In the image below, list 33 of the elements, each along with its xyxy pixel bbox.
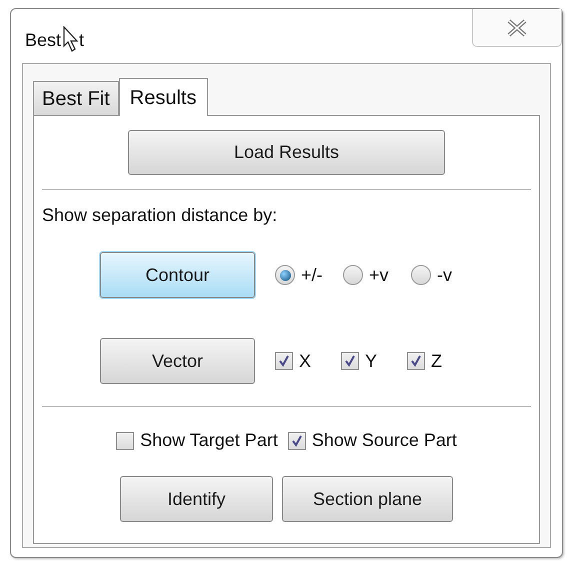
mode-button[interactable]: Vector — [100, 338, 255, 384]
radio-button[interactable] — [275, 265, 295, 285]
option-label: +/- — [301, 264, 324, 286]
option-label: +v — [369, 264, 390, 286]
radio-button[interactable] — [411, 265, 431, 285]
option-label: Y — [365, 350, 378, 372]
tab[interactable]: Results — [118, 78, 208, 116]
toggle-label: Show Target Part — [140, 429, 278, 452]
action-button[interactable]: Section plane — [282, 476, 453, 522]
checkmark-icon — [290, 434, 303, 446]
checkbox[interactable] — [288, 432, 306, 450]
option-label: X — [299, 350, 312, 372]
action-button[interactable]: Identify — [120, 476, 273, 522]
load-results-button[interactable]: Load Results — [128, 130, 445, 175]
close-button[interactable] — [472, 9, 562, 47]
checkbox[interactable] — [116, 432, 134, 450]
checkbox[interactable] — [407, 352, 425, 370]
checkbox[interactable] — [275, 352, 293, 370]
window-title: t — [79, 29, 84, 52]
section-label: Show separation distance by: — [42, 204, 278, 227]
close-icon — [506, 18, 528, 36]
option-label: -v — [437, 264, 453, 286]
checkbox[interactable] — [341, 352, 359, 370]
checkmark-icon — [410, 355, 422, 367]
tab[interactable]: Best Fit — [33, 81, 119, 115]
checkmark-icon — [278, 355, 290, 367]
mode-button[interactable]: Contour — [100, 252, 255, 298]
option-label: Z — [431, 350, 443, 372]
toggle-label: Show Source Part — [312, 429, 457, 452]
radio-button[interactable] — [343, 265, 363, 285]
checkmark-icon — [344, 355, 356, 367]
window-title: Best — [25, 29, 62, 52]
mouse-cursor-icon — [63, 26, 80, 52]
